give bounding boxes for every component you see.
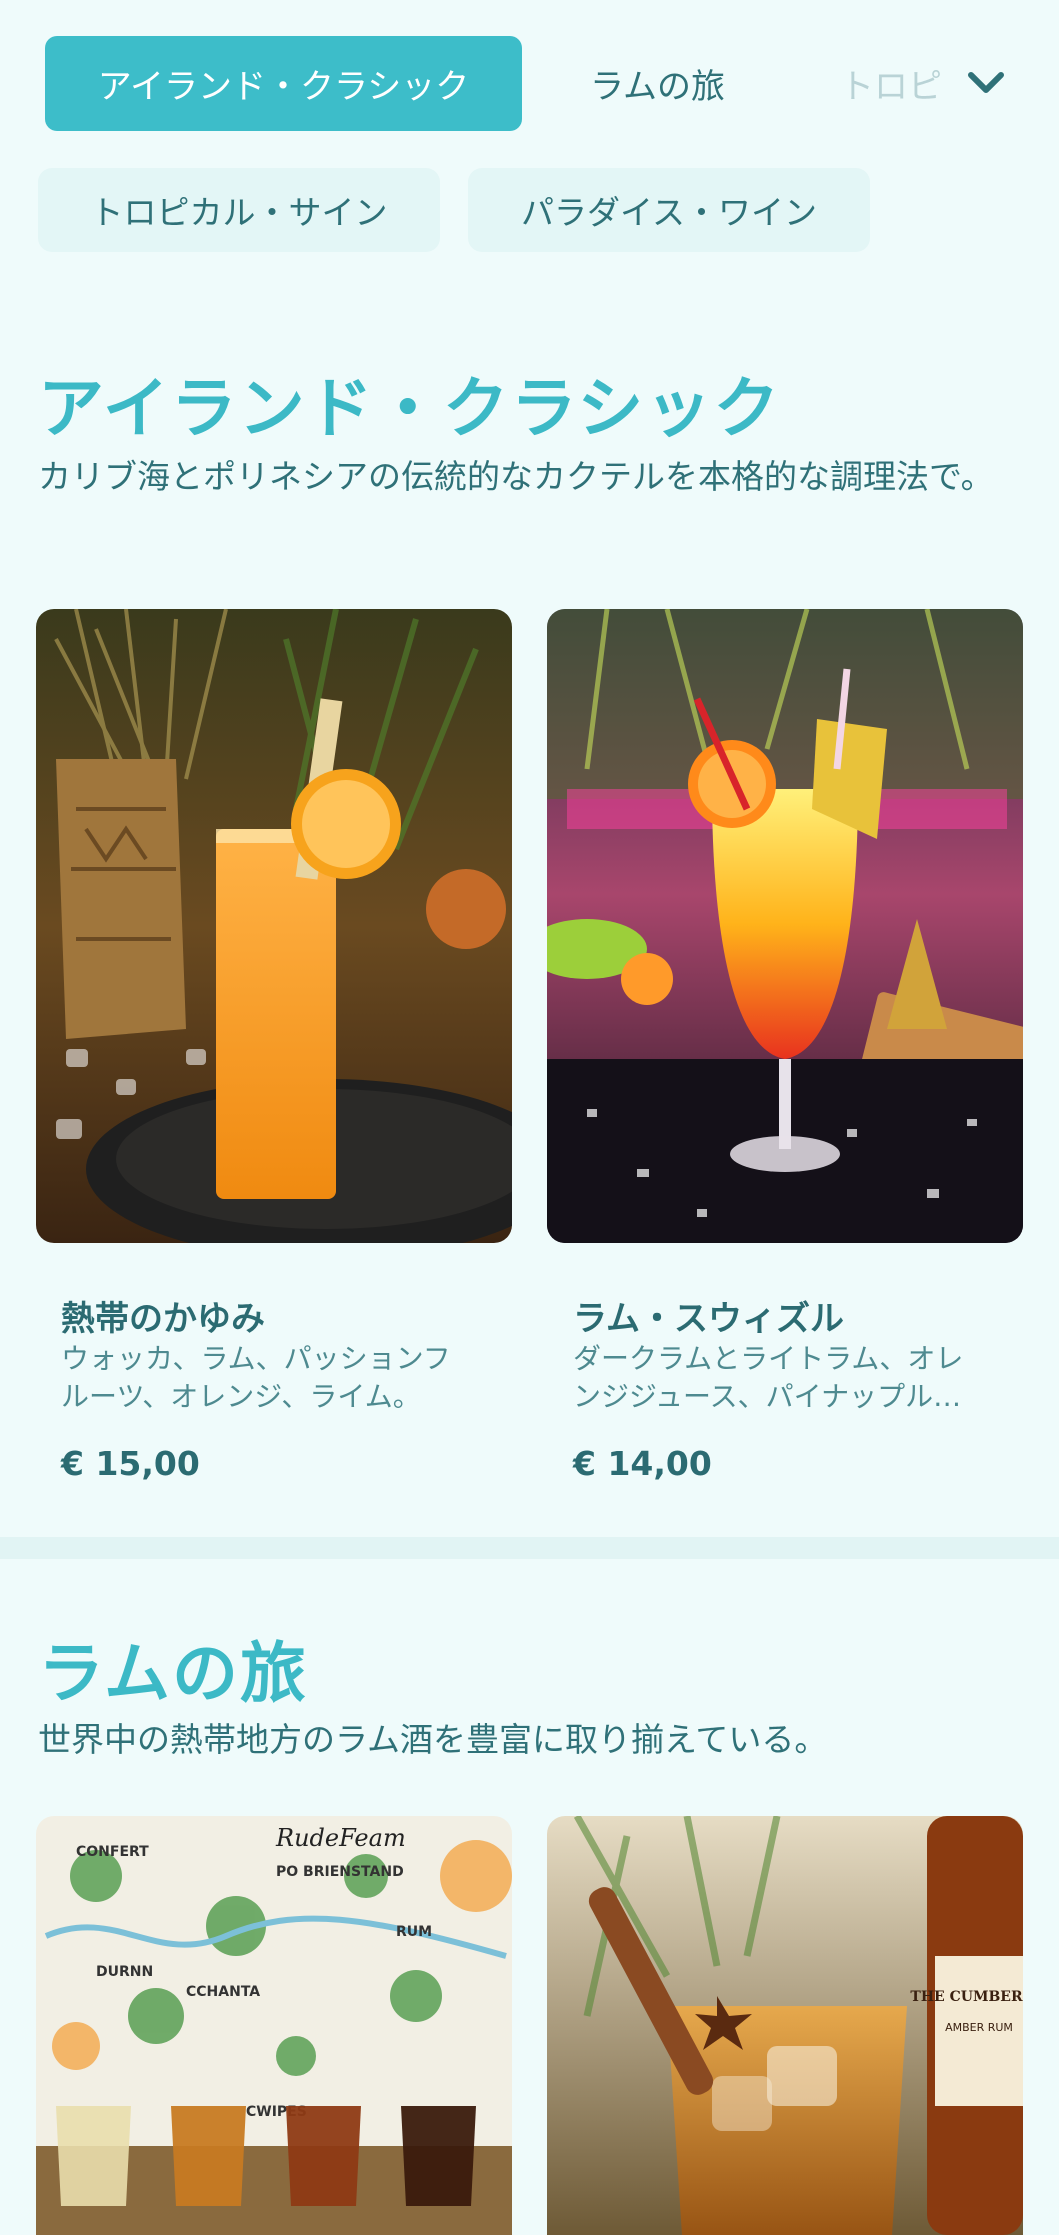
section-title: アイランド・クラシック (38, 370, 782, 447)
map-brand-text: RudeFeam (275, 1824, 406, 1852)
section-divider (0, 1537, 1059, 1559)
item-price: € 15,00 (61, 1444, 200, 1483)
item-description: ダークラムとライトラム、オレ ンジジュース、パイナップル… (573, 1342, 964, 1413)
item-name: 熱帯のかゆみ (61, 1299, 265, 1339)
svg-text:CONFERT: CONFERT (76, 1844, 149, 1860)
card-image-rum-flight[interactable]: CONFERT CCHANTA DURNN PO BRIENSTAND CWIPES… (36, 1816, 512, 2235)
chip-paradise-wine[interactable]: パラダイス・ワイン (468, 168, 870, 252)
tab-tropical-partial[interactable]: トロピ (840, 36, 940, 131)
section-title: ラムの旅 (38, 1635, 309, 1712)
card-image-spiced-rum[interactable]: THE CUMBERON AMBER RUM (547, 1816, 1023, 2235)
card-image-rum-swizzle[interactable] (547, 609, 1023, 1243)
tab-island-classic[interactable]: アイランド・クラシック (45, 36, 522, 131)
item-description: ウォッカ、ラム、パッションフ ルーツ、オレンジ、ライム。 (61, 1342, 451, 1413)
bottle-brand-text: THE CUMBERON (910, 1989, 1023, 2005)
bottle-sub-text: AMBER RUM (945, 2021, 1013, 2034)
card-image-tropical-itch[interactable] (36, 609, 512, 1243)
section-description: カリブ海とポリネシアの伝統的なカクテルを本格的な調理法で。 (38, 457, 994, 496)
item-price: € 14,00 (573, 1444, 712, 1483)
category-tab-bar: アイランド・クラシック ラムの旅 トロピ (0, 0, 1059, 160)
svg-text:CCHANTA: CCHANTA (186, 1984, 260, 2000)
chip-tropical-sign[interactable]: トロピカル・サイン (38, 168, 440, 252)
svg-text:DURNN: DURNN (96, 1964, 153, 1980)
svg-text:RUM: RUM (396, 1924, 432, 1940)
section-description: 世界中の熱帯地方のラム酒を豊富に取り揃えている。 (38, 1720, 828, 1759)
svg-text:PO BRIENSTAND: PO BRIENSTAND (276, 1864, 404, 1880)
chevron-down-icon[interactable] (965, 62, 1007, 104)
tab-rum-journey[interactable]: ラムの旅 (590, 36, 725, 131)
item-name: ラム・スウィズル (573, 1299, 844, 1339)
